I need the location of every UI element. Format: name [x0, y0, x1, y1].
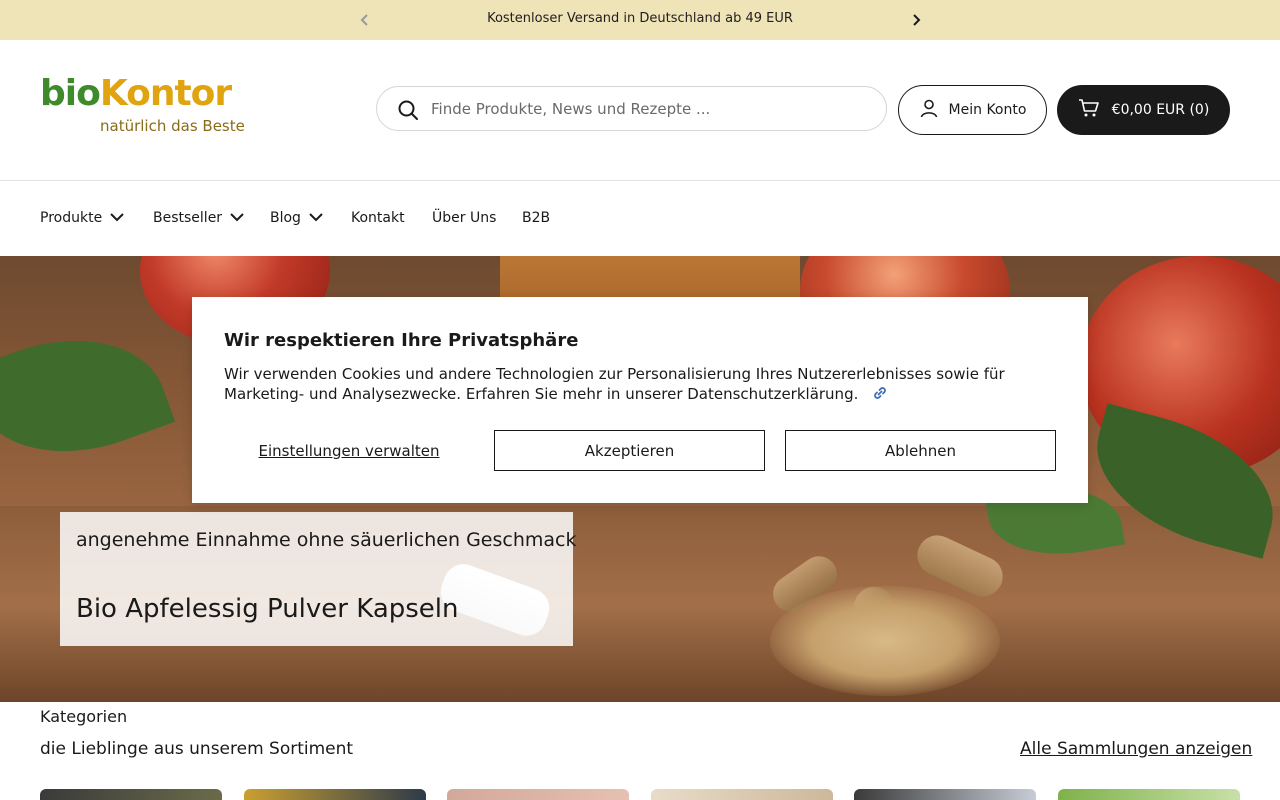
category-tile[interactable] — [244, 789, 426, 800]
main-nav: Produkte Bestseller Blog Kontakt Über Un… — [0, 181, 1280, 256]
search-icon[interactable] — [397, 99, 419, 121]
powder-image — [770, 586, 1000, 696]
nav-label: Produkte — [40, 210, 103, 226]
nav-label: Über Uns — [432, 210, 497, 226]
account-button[interactable]: Mein Konto — [898, 85, 1047, 135]
logo-tagline: natürlich das Beste — [100, 117, 245, 135]
chevron-right-icon[interactable] — [906, 10, 926, 30]
nav-label: Kontakt — [351, 210, 405, 226]
view-all-collections-link[interactable]: Alle Sammlungen anzeigen — [1020, 739, 1252, 759]
manage-settings-link[interactable]: Einstellungen verwalten — [224, 430, 474, 471]
site-header: bioKontor natürlich das Beste Mein Konto… — [0, 40, 1280, 181]
cookie-consent-dialog: Wir respektieren Ihre Privatsphäre Wir v… — [192, 297, 1088, 503]
link-icon[interactable] — [871, 384, 889, 407]
cart-icon — [1078, 98, 1100, 122]
accept-button[interactable]: Akzeptieren — [494, 430, 765, 471]
logo-part-kontor: Kontor — [99, 73, 232, 114]
chevron-down-icon — [110, 210, 124, 226]
chevron-down-icon — [230, 210, 244, 226]
nav-item-produkte[interactable]: Produkte — [40, 210, 124, 226]
category-tile[interactable] — [40, 789, 222, 800]
nav-label: Blog — [270, 210, 301, 226]
nav-item-kontakt[interactable]: Kontakt — [351, 210, 405, 226]
nav-item-blog[interactable]: Blog — [270, 210, 323, 226]
search-input[interactable] — [431, 95, 851, 123]
user-icon — [919, 98, 939, 122]
categories-subtitle: die Lieblinge aus unserem Sortiment — [40, 739, 354, 759]
chevron-down-icon — [309, 210, 323, 226]
leaf-image — [0, 308, 176, 484]
cart-button[interactable]: €0,00 EUR (0) — [1057, 85, 1230, 135]
decline-button[interactable]: Ablehnen — [785, 430, 1056, 471]
category-tile[interactable] — [447, 789, 629, 800]
cookie-title: Wir respektieren Ihre Privatsphäre — [224, 330, 579, 351]
logo-part-bio: bio — [40, 73, 101, 114]
search-bar[interactable] — [376, 86, 887, 131]
category-tile[interactable] — [854, 789, 1036, 800]
announcement-bar: Kostenloser Versand in Deutschland ab 49… — [0, 0, 1280, 40]
hero-subtitle: angenehme Einnahme ohne säuerlichen Gesc… — [76, 529, 577, 551]
hero-text-card: angenehme Einnahme ohne säuerlichen Gesc… — [60, 512, 577, 646]
announcement-text: Kostenloser Versand in Deutschland ab 49… — [487, 11, 793, 26]
logo[interactable]: bioKontor natürlich das Beste — [40, 74, 256, 138]
nav-item-bestseller[interactable]: Bestseller — [153, 210, 244, 226]
nav-item-ueber-uns[interactable]: Über Uns — [432, 210, 496, 226]
account-label: Mein Konto — [948, 102, 1027, 118]
nav-label: B2B — [522, 210, 551, 226]
categories-heading: Kategorien — [40, 707, 128, 726]
hero-title: Bio Apfelessig Pulver Kapseln — [76, 594, 459, 624]
nav-item-b2b[interactable]: B2B — [522, 210, 550, 226]
category-tile[interactable] — [1058, 789, 1240, 800]
nav-label: Bestseller — [153, 210, 223, 226]
cart-label: €0,00 EUR (0) — [1111, 102, 1210, 118]
cookie-text: Wir verwenden Cookies und andere Technol… — [224, 364, 1054, 407]
category-tile[interactable] — [651, 789, 833, 800]
